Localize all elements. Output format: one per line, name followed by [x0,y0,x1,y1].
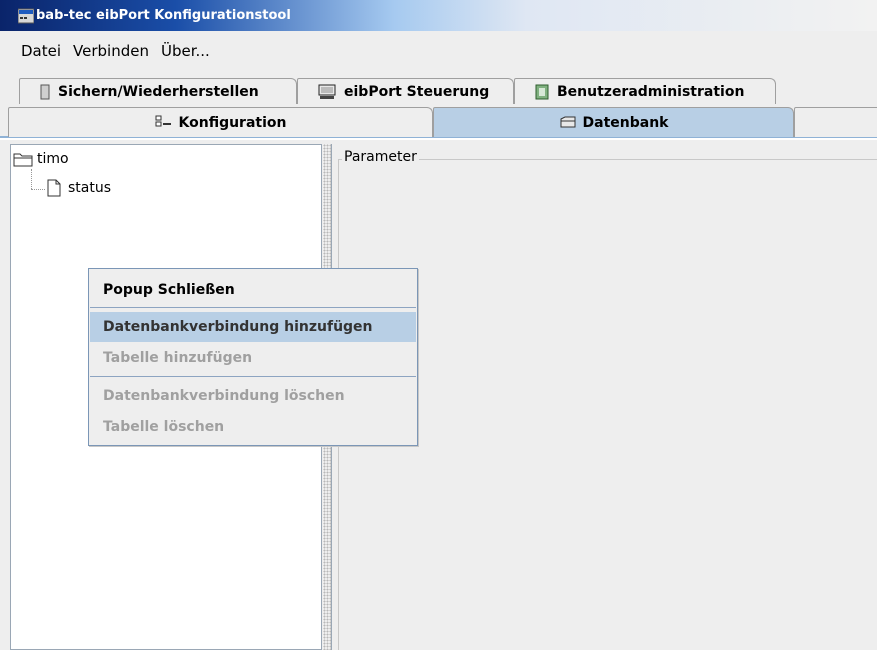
menu-item-tabelle-hinzufuegen[interactable]: Tabelle hinzufügen [90,343,416,373]
menu-datei[interactable]: Datei [21,42,61,60]
file-icon [47,179,61,197]
tab-eibport-steuerung[interactable]: eibPort Steuerung [297,78,514,104]
user-admin-icon [535,84,549,99]
tab-empty[interactable] [794,107,877,137]
tab-strip-top: Sichern/Wiederherstellen eibPort Steueru… [0,71,877,104]
context-menu: Popup Schließen Datenbankverbindung hinz… [88,268,418,446]
menu-separator [90,376,416,377]
tab-label: Konfiguration [178,114,287,131]
tab-label: Datenbank [582,114,669,131]
menu-item-datenbankverbindung-hinzufuegen[interactable]: Datenbankverbindung hinzufügen [90,312,416,342]
device-icon [40,84,50,99]
tab-datenbank[interactable]: Datenbank [433,107,794,137]
tree-node-child[interactable]: status [46,179,111,197]
config-list-icon [155,115,171,126]
parameter-group [338,159,877,650]
menu-bar: Datei Verbinden Über... [0,31,877,71]
tab-label: Benutzeradministration [557,83,745,100]
folder-icon [13,153,33,167]
menu-verbinden[interactable]: Verbinden [73,42,149,60]
tree-connector [31,189,45,190]
tab-sichern-wiederherstellen[interactable]: Sichern/Wiederherstellen [19,78,297,104]
parameter-legend: Parameter [342,149,419,165]
database-icon [560,116,576,127]
menu-item-popup-schliessen[interactable]: Popup Schließen [90,275,416,305]
menu-separator [90,307,416,308]
tree-node-label: timo [37,151,69,167]
monitor-icon [318,84,336,99]
tree-connector [31,169,32,189]
menu-item-datenbankverbindung-loeschen[interactable]: Datenbankverbindung löschen [90,381,416,411]
title-bar[interactable]: bab-tec eibPort Konfigurationstool [0,0,877,31]
menu-ueber[interactable]: Über... [161,42,210,60]
tab-label: eibPort Steuerung [344,83,490,100]
tab-strip-bottom: Konfiguration Datenbank [0,104,877,138]
window-title: bab-tec eibPort Konfigurationstool [36,8,291,23]
tab-label: Sichern/Wiederherstellen [58,83,259,100]
app-icon [18,8,34,24]
menu-item-tabelle-loeschen[interactable]: Tabelle löschen [90,412,416,442]
tab-benutzeradministration[interactable]: Benutzeradministration [514,78,776,104]
tab-konfiguration[interactable]: Konfiguration [8,107,433,137]
tree-node-label: status [68,180,112,196]
tree-node-root[interactable]: timo [13,151,69,167]
